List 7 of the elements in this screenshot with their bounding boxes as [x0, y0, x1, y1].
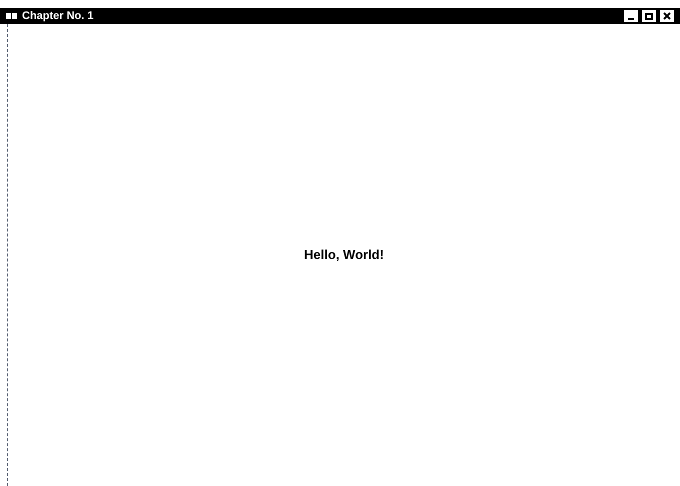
app-icon: [6, 11, 18, 21]
minimize-button[interactable]: [624, 10, 638, 22]
close-icon: [663, 12, 671, 20]
window-title: Chapter No. 1: [22, 10, 94, 22]
maximize-button[interactable]: [642, 10, 656, 22]
close-button[interactable]: [660, 10, 674, 22]
greeting-text: Hello, World!: [304, 246, 384, 264]
